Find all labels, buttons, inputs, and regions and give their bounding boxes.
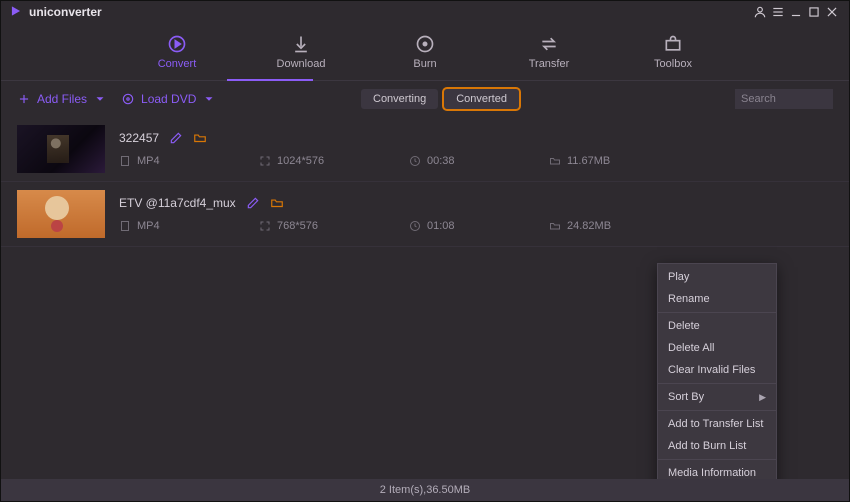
status-bar: 2 Item(s),36.50MB <box>1 479 849 501</box>
folder-icon <box>549 220 561 232</box>
file-name: 322457 <box>119 131 159 145</box>
resolution-metric: 1024*576 <box>259 155 359 167</box>
clock-icon <box>409 220 421 232</box>
ctx-sort-by[interactable]: Sort By▶ <box>658 386 776 408</box>
download-icon <box>291 34 311 54</box>
app-title: uniconverter <box>29 5 102 19</box>
nav-label: Convert <box>158 58 197 70</box>
expand-icon <box>259 220 271 232</box>
app-window: uniconverter Convert Download Burn Trans… <box>0 0 850 502</box>
file-meta: ETV @11a7cdf4_mux MP4 768*576 01:08 24.8… <box>119 196 833 232</box>
thumbnail[interactable] <box>17 190 105 238</box>
folder-open-icon[interactable] <box>193 131 207 145</box>
tab-download[interactable]: Download <box>266 34 336 70</box>
add-files-label: Add Files <box>37 92 87 106</box>
context-menu: Play Rename Delete Delete All Clear Inva… <box>657 263 777 479</box>
main-nav: Convert Download Burn Transfer Toolbox <box>1 23 849 81</box>
format-metric: MP4 <box>119 220 209 232</box>
toolbox-icon <box>663 34 683 54</box>
thumbnail[interactable] <box>17 125 105 173</box>
tab-convert[interactable]: Convert <box>142 34 212 70</box>
burn-icon <box>415 34 435 54</box>
duration-metric: 00:38 <box>409 155 499 167</box>
ctx-media-info[interactable]: Media Information <box>658 462 776 479</box>
add-files-button[interactable]: Add Files <box>17 92 107 106</box>
conversion-state-segment: Converting Converted <box>361 89 519 109</box>
menu-icon[interactable] <box>769 3 787 21</box>
ctx-play[interactable]: Play <box>658 266 776 288</box>
file-row[interactable]: 322457 MP4 1024*576 00:38 11.67MB <box>1 117 849 182</box>
ctx-add-burn[interactable]: Add to Burn List <box>658 435 776 457</box>
tab-transfer[interactable]: Transfer <box>514 34 584 70</box>
size-metric: 24.82MB <box>549 220 639 232</box>
tab-burn[interactable]: Burn <box>390 34 460 70</box>
ctx-delete-all[interactable]: Delete All <box>658 337 776 359</box>
format-metric: MP4 <box>119 155 209 167</box>
nav-active-underline <box>227 79 313 81</box>
maximize-button[interactable] <box>805 3 823 21</box>
convert-icon <box>167 34 187 54</box>
file-row[interactable]: ETV @11a7cdf4_mux MP4 768*576 01:08 24.8… <box>1 182 849 247</box>
ctx-clear-invalid[interactable]: Clear Invalid Files <box>658 359 776 381</box>
chevron-down-icon <box>93 92 107 106</box>
transfer-icon <box>539 34 559 54</box>
edit-icon[interactable] <box>246 196 260 210</box>
ctx-delete[interactable]: Delete <box>658 315 776 337</box>
nav-label: Burn <box>413 58 436 70</box>
size-metric: 11.67MB <box>549 155 639 167</box>
ctx-separator <box>658 312 776 313</box>
file-name: ETV @11a7cdf4_mux <box>119 196 236 210</box>
search-input[interactable] <box>735 89 833 109</box>
status-text: 2 Item(s),36.50MB <box>380 484 470 496</box>
seg-converting[interactable]: Converting <box>361 89 438 109</box>
nav-label: Transfer <box>529 58 570 70</box>
ctx-separator <box>658 459 776 460</box>
app-logo-icon <box>9 4 23 21</box>
plus-icon <box>17 92 31 106</box>
file-icon <box>119 220 131 232</box>
nav-label: Download <box>277 58 326 70</box>
folder-open-icon[interactable] <box>270 196 284 210</box>
minimize-button[interactable] <box>787 3 805 21</box>
user-icon[interactable] <box>751 3 769 21</box>
chevron-right-icon: ▶ <box>759 392 766 403</box>
ctx-rename[interactable]: Rename <box>658 288 776 310</box>
clock-icon <box>409 155 421 167</box>
edit-icon[interactable] <box>169 131 183 145</box>
expand-icon <box>259 155 271 167</box>
ctx-separator <box>658 383 776 384</box>
file-meta: 322457 MP4 1024*576 00:38 11.67MB <box>119 131 833 167</box>
duration-metric: 01:08 <box>409 220 499 232</box>
resolution-metric: 768*576 <box>259 220 359 232</box>
tab-toolbox[interactable]: Toolbox <box>638 34 708 70</box>
load-dvd-label: Load DVD <box>141 92 196 106</box>
nav-label: Toolbox <box>654 58 692 70</box>
disc-icon <box>121 92 135 106</box>
close-button[interactable] <box>823 3 841 21</box>
load-dvd-button[interactable]: Load DVD <box>121 92 216 106</box>
chevron-down-icon <box>202 92 216 106</box>
file-list: 322457 MP4 1024*576 00:38 11.67MB ETV @1… <box>1 117 849 479</box>
ctx-add-transfer[interactable]: Add to Transfer List <box>658 413 776 435</box>
seg-converted[interactable]: Converted <box>444 89 519 109</box>
titlebar: uniconverter <box>1 1 849 23</box>
file-icon <box>119 155 131 167</box>
ctx-separator <box>658 410 776 411</box>
folder-icon <box>549 155 561 167</box>
